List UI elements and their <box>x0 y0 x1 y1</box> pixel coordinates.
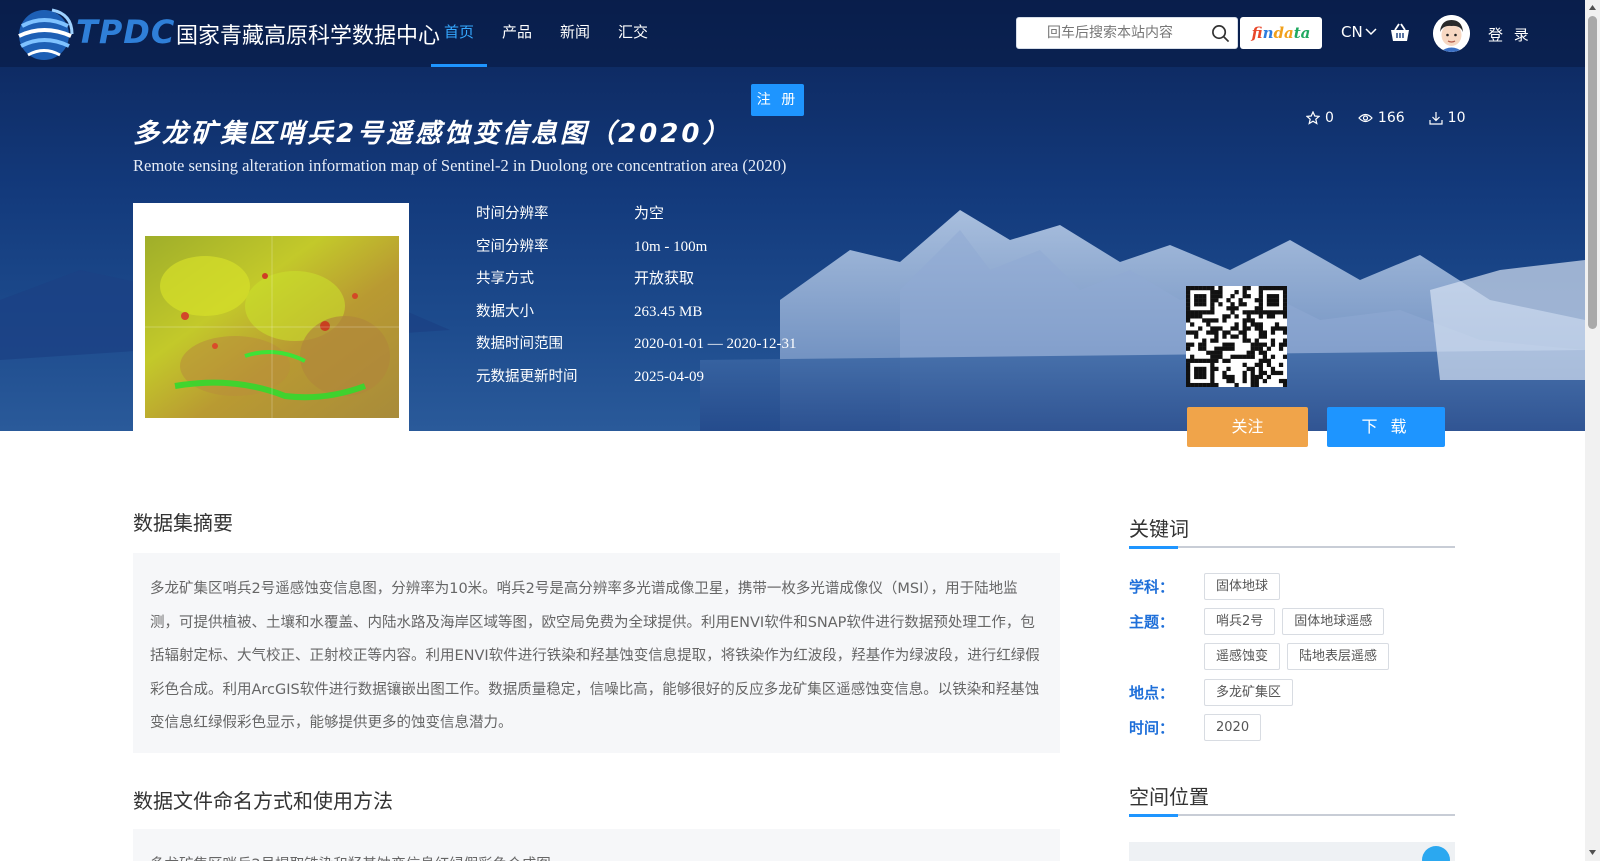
keywords-title: 关键词 <box>1129 517 1189 541</box>
nav-home[interactable]: 首页 <box>430 0 488 67</box>
location-map[interactable] <box>1129 842 1455 861</box>
download-icon <box>1429 112 1443 125</box>
keyword-tag[interactable]: 固体地球 <box>1204 573 1281 600</box>
meta-value: 2025-04-09 <box>634 368 704 385</box>
meta-row-time-resolution: 时间分辨率 为空 <box>476 201 796 234</box>
usage-title: 数据文件命名方式和使用方法 <box>133 789 393 813</box>
stat-stars[interactable]: 0 <box>1306 110 1334 126</box>
keywords-divider <box>1129 546 1455 549</box>
alteration-map-image <box>145 236 399 418</box>
basket-icon[interactable] <box>1389 22 1411 44</box>
map-zoom-icon[interactable] <box>1422 846 1450 861</box>
meta-label: 时间分辨率 <box>476 206 549 222</box>
dataset-stats: 0 166 10 <box>1306 110 1489 126</box>
keyword-tag[interactable]: 遥感蚀变 <box>1204 643 1281 670</box>
keyword-label: 地点： <box>1129 684 1175 702</box>
qr-code <box>1186 286 1288 388</box>
user-avatar-icon <box>1433 15 1470 52</box>
top-navigation-bar: TPDC 国家青藏高原科学数据中心 首页 产品 新闻 汇交 findata CN <box>0 0 1585 67</box>
views-count: 166 <box>1377 110 1405 126</box>
downloads-count: 10 <box>1447 110 1466 126</box>
location-title: 空间位置 <box>1129 785 1209 809</box>
scroll-down-arrow-icon[interactable] <box>1588 848 1597 857</box>
meta-value: 为空 <box>634 206 665 222</box>
nav-products[interactable]: 产品 <box>502 0 532 67</box>
dataset-meta: 时间分辨率 为空 空间分辨率 10m - 100m 共享方式 开放获取 数据大小… <box>476 201 796 396</box>
keyword-row-subject: 学科： 固体地球 <box>1129 573 1454 608</box>
star-icon <box>1306 111 1320 125</box>
meta-label: 共享方式 <box>476 271 534 287</box>
language-label: CN <box>1341 23 1363 41</box>
search-input[interactable] <box>1017 18 1207 48</box>
nav-news[interactable]: 新闻 <box>560 0 590 67</box>
findata-ta: ta <box>1293 24 1311 42</box>
usage-box: 多龙矿集区哨兵2号提取铁染和羟基蚀变信息红绿假彩色合成图。 <box>133 829 1060 861</box>
user-avatar[interactable] <box>1433 15 1470 52</box>
stat-views: 166 <box>1358 110 1405 126</box>
follow-button[interactable]: 关注 <box>1187 407 1308 447</box>
keyword-label: 时间： <box>1129 719 1175 737</box>
scroll-up-arrow-icon[interactable] <box>1588 3 1597 12</box>
findata-da: da <box>1273 24 1294 42</box>
meta-row-metadata-updated: 元数据更新时间 2025-04-09 <box>476 364 796 397</box>
logo-tpdc-text[interactable]: TPDC <box>76 13 175 51</box>
keyword-row-time: 时间： 2020 <box>1129 714 1454 749</box>
main-nav: 首页 产品 新闻 汇交 <box>430 0 676 67</box>
keyword-row-place: 地点： 多龙矿集区 <box>1129 679 1454 714</box>
stat-downloads: 10 <box>1429 110 1466 126</box>
meta-value: 263.45 MB <box>634 303 703 320</box>
dataset-title-en: Remote sensing alteration information ma… <box>133 156 787 175</box>
keyword-row-theme: 主题： 哨兵2号 固体地球遥感 遥感蚀变 陆地表层遥感 <box>1129 608 1454 678</box>
meta-label: 数据大小 <box>476 303 534 320</box>
qr-code-icon <box>1186 286 1288 388</box>
keyword-tag[interactable]: 多龙矿集区 <box>1204 679 1294 706</box>
findata-in: in <box>1262 24 1274 42</box>
usage-text: 多龙矿集区哨兵2号提取铁染和羟基蚀变信息红绿假彩色合成图。 <box>150 849 1044 861</box>
scrollbar-thumb[interactable] <box>1588 16 1597 329</box>
page-scrollbar[interactable] <box>1585 0 1600 861</box>
nav-submit[interactable]: 汇交 <box>618 0 648 67</box>
location-divider <box>1129 814 1455 817</box>
meta-row-share-mode: 共享方式 开放获取 <box>476 266 796 299</box>
keyword-label: 主题： <box>1129 613 1175 631</box>
search-icon[interactable] <box>1211 24 1230 43</box>
abstract-text: 多龙矿集区哨兵2号遥感蚀变信息图，分辨率为10米。哨兵2号是高分辨率多光谱成像卫… <box>150 581 1040 731</box>
chevron-down-icon <box>1365 28 1377 36</box>
keyword-tag[interactable]: 陆地表层遥感 <box>1287 643 1390 670</box>
findata-f: f <box>1251 24 1263 42</box>
keyword-tag[interactable]: 固体地球遥感 <box>1282 608 1385 635</box>
meta-value: 开放获取 <box>634 271 695 287</box>
meta-row-time-range: 数据时间范围 2020-01-01 — 2020-12-31 <box>476 331 796 364</box>
dataset-thumbnail[interactable] <box>133 203 409 431</box>
search-box <box>1016 17 1238 49</box>
eye-icon <box>1358 113 1373 123</box>
register-button[interactable]: 注 册 <box>751 84 804 116</box>
abstract-title: 数据集摘要 <box>133 511 233 535</box>
meta-row-spatial-resolution: 空间分辨率 10m - 100m <box>476 234 796 267</box>
stars-count: 0 <box>1325 110 1334 126</box>
login-link[interactable]: 登 录 <box>1488 24 1532 45</box>
findata-button[interactable]: findata <box>1240 17 1322 49</box>
keyword-tag[interactable]: 哨兵2号 <box>1204 608 1276 635</box>
meta-value: 10m - 100m <box>634 238 708 255</box>
keyword-label: 学科： <box>1129 578 1175 596</box>
download-button[interactable]: 下 载 <box>1327 407 1445 447</box>
meta-label: 空间分辨率 <box>476 238 549 255</box>
tpdc-globe-logo-icon[interactable] <box>14 4 76 64</box>
dataset-title-cn: 多龙矿集区哨兵2号遥感蚀变信息图（2020） <box>133 119 732 149</box>
meta-label: 元数据更新时间 <box>476 368 578 385</box>
abstract-box: 多龙矿集区哨兵2号遥感蚀变信息图，分辨率为10米。哨兵2号是高分辨率多光谱成像卫… <box>133 553 1060 753</box>
meta-row-data-size: 数据大小 263.45 MB <box>476 299 796 332</box>
meta-value: 2020-01-01 — 2020-12-31 <box>634 336 797 352</box>
logo-center-name[interactable]: 国家青藏高原科学数据中心 <box>176 18 440 50</box>
keyword-tag[interactable]: 2020 <box>1204 714 1262 741</box>
meta-label: 数据时间范围 <box>476 336 563 352</box>
language-switcher[interactable]: CN <box>1341 23 1377 41</box>
